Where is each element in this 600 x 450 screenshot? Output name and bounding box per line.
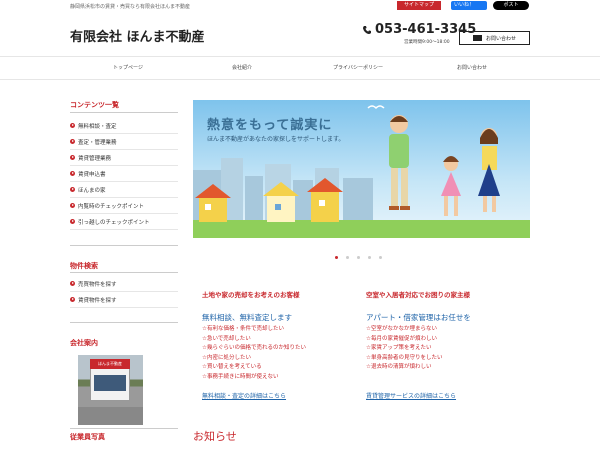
arrow-bullet-icon xyxy=(70,187,75,192)
arrow-bullet-icon xyxy=(70,139,75,144)
sidebar-item-label: 査定・管理業務 xyxy=(78,139,117,146)
rental-service-heading: 空室や入居者対応でお困りの家主様 xyxy=(366,291,470,299)
sidebar-divider xyxy=(70,245,178,246)
contact-button-label: お問い合わせ xyxy=(485,35,516,42)
slider-pagination xyxy=(335,256,382,259)
sidebar-item-rental-management[interactable]: 賃貸管理業務 xyxy=(70,150,178,166)
sidebar-item-label: ほんまの家 xyxy=(78,187,106,194)
nav-company[interactable]: 会社紹介 xyxy=(202,64,282,71)
sitemap-button[interactable]: サイトマップ xyxy=(397,1,441,10)
sidebar-item-appraisal[interactable]: 査定・管理業務 xyxy=(70,134,178,150)
slider-dot-5[interactable] xyxy=(379,256,382,259)
sidebar-divider xyxy=(70,428,178,429)
sidebar-item-label: 賃貸物件を探す xyxy=(78,297,117,304)
phone-icon xyxy=(362,25,371,34)
sale-service-link[interactable]: 無料相談・査定の詳細はこちら xyxy=(202,391,286,400)
arrow-bullet-icon xyxy=(70,281,75,286)
sale-service-heading: 土地や家の売却をお考えのお客様 xyxy=(202,291,300,299)
sidebar-item-label: 内覧時のチェックポイント xyxy=(78,203,145,210)
sidebar-item-consultation[interactable]: 無料相談・査定 xyxy=(70,118,178,134)
arrow-bullet-icon xyxy=(70,123,75,128)
hero-subline: ほんま不動産があなたの家探しをサポートします。 xyxy=(207,136,345,143)
sidebar-divider xyxy=(70,272,178,273)
list-item: ☆有利な価格・条件で売却したい xyxy=(202,326,284,332)
sidebar-item-honma-house[interactable]: ほんまの家 xyxy=(70,182,178,198)
store-sign: ほんま不動産 xyxy=(90,359,130,369)
rental-service-section: 空室や入居者対応でお困りの家主様 アパート・借家管理はお任せを ☆空室がなかなか… xyxy=(366,289,526,373)
list-item: ☆幾らぐらいの価格で売れるのか知りたい xyxy=(202,345,306,351)
company-logo-text[interactable]: 有限会社 ほんま不動産 xyxy=(70,26,205,45)
hero-banner[interactable]: 熱意をもって誠実に ほんま不動産があなたの家探しをサポートします。 xyxy=(193,100,530,238)
contact-button[interactable]: お問い合わせ xyxy=(459,31,530,45)
sale-service-list: ☆有利な価格・条件で売却したい ☆急いで売却したい ☆幾らぐらいの価格で売れるの… xyxy=(202,325,362,382)
rental-service-list: ☆空室がなかなか埋まらない ☆毎月の家賃催促が煩わしい ☆家賃アップ策を考えたい… xyxy=(366,325,526,373)
nav-contact[interactable]: お問い合わせ xyxy=(432,64,512,71)
list-item: ☆退去時の清算が煩わしい xyxy=(366,364,432,370)
sidebar-item-label: 売買物件を探す xyxy=(78,281,117,288)
list-item: ☆家賃アップ策を考えたい xyxy=(366,345,432,351)
store-road xyxy=(78,407,143,425)
x-post-button[interactable]: ポスト xyxy=(493,1,529,10)
sidebar-contents-title: コンテンツ一覧 xyxy=(70,101,119,109)
business-hours: 営業時間9:00～18:00 xyxy=(404,40,450,45)
sidebar-divider xyxy=(70,322,178,323)
arrow-bullet-icon xyxy=(70,171,75,176)
sidebar-item-label: 引っ越しのチェックポイント xyxy=(78,219,150,226)
sidebar-staff-title: 従業員写真 xyxy=(70,433,105,441)
site-tagline: 静岡県浜松市の賃貸・売買なら有限会社ほんま不動産 xyxy=(70,4,191,10)
slider-dot-4[interactable] xyxy=(368,256,371,259)
arrow-bullet-icon xyxy=(70,219,75,224)
sidebar-item-viewing-checkpoints[interactable]: 内覧時のチェックポイント xyxy=(70,198,178,214)
arrow-bullet-icon xyxy=(70,297,75,302)
list-item: ☆急いで売却したい xyxy=(202,335,251,342)
nav-top[interactable]: トップページ xyxy=(88,64,168,71)
x-post-label: ポスト xyxy=(503,2,519,8)
sidebar-item-label: 賃貸管理業務 xyxy=(78,155,112,162)
nav-privacy[interactable]: プライバシーポリシー xyxy=(318,64,398,71)
sidebar-item-label: 賃貸申込書 xyxy=(78,171,106,178)
arrow-bullet-icon xyxy=(70,203,75,208)
facebook-like-label: いいね！ xyxy=(454,2,475,8)
sidebar-item-search-rental[interactable]: 賃貸物件を探す xyxy=(70,292,178,308)
slider-dot-1[interactable] xyxy=(335,256,338,259)
sale-service-subheading: 無料相談、無料査定します xyxy=(202,313,292,322)
store-window xyxy=(94,375,126,391)
store-photo[interactable]: ほんま不動産 xyxy=(78,355,143,425)
slider-dot-2[interactable] xyxy=(346,256,349,259)
sidebar-item-application[interactable]: 賃貸申込書 xyxy=(70,166,178,182)
rental-service-subheading: アパート・借家管理はお任せを xyxy=(366,313,471,322)
hero-headline: 熱意をもって誠実に xyxy=(207,118,333,133)
sidebar-search-title: 物件検索 xyxy=(70,262,98,270)
arrow-bullet-icon xyxy=(70,155,75,160)
list-item: ☆単身高齢者の見守りをしたい xyxy=(366,354,443,361)
list-item: ☆事務手続きに時間が使えない xyxy=(202,373,279,380)
sidebar-item-label: 無料相談・査定 xyxy=(78,123,117,130)
list-item: ☆空室がなかなか埋まらない xyxy=(366,326,437,332)
list-item: ☆買い替えを考えている xyxy=(202,364,262,370)
sidebar-item-search-sale[interactable]: 売買物件を探す xyxy=(70,276,178,292)
news-title: お知らせ xyxy=(193,430,237,443)
facebook-like-button[interactable]: いいね！ xyxy=(451,1,487,10)
sidebar-company-title: 会社案内 xyxy=(70,339,98,347)
mail-icon xyxy=(472,35,482,41)
sale-service-section: 土地や家の売却をお考えのお客様 無料相談、無料査定します ☆有利な価格・条件で売… xyxy=(202,289,362,382)
slider-dot-3[interactable] xyxy=(357,256,360,259)
global-nav: トップページ 会社紹介 プライバシーポリシー お問い合わせ xyxy=(0,56,600,80)
sidebar-item-moving-checkpoints[interactable]: 引っ越しのチェックポイント xyxy=(70,214,178,230)
sidebar-divider xyxy=(70,112,178,113)
list-item: ☆内密に処分したい xyxy=(202,354,251,361)
rental-service-link[interactable]: 賃貸管理サービスの詳細はこちら xyxy=(366,391,456,400)
list-item: ☆毎月の家賃催促が煩わしい xyxy=(366,335,437,342)
